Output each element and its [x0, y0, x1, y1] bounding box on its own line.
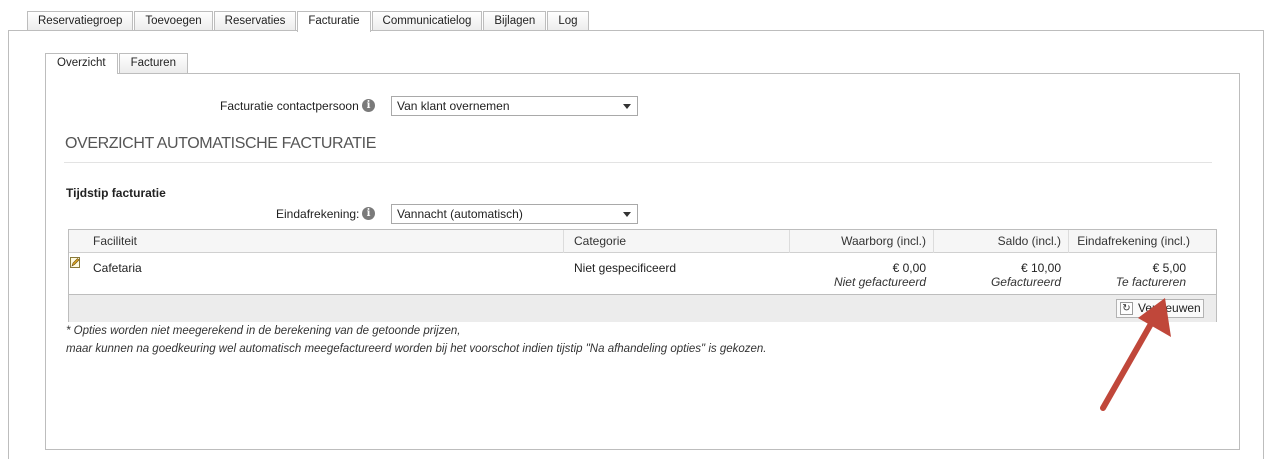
- info-icon[interactable]: i: [362, 207, 375, 220]
- refresh-button[interactable]: ↻ Vernieuwen: [1116, 299, 1204, 318]
- contact-select[interactable]: Van klant overnemen: [391, 96, 638, 116]
- table-header: Faciliteit Categorie Waarborg (incl.) Sa…: [69, 230, 1216, 253]
- cell-eindafrekening-status: Te factureren: [1115, 275, 1186, 289]
- sub-tab-bar: Overzicht Facturen: [45, 53, 189, 74]
- column-divider: [563, 230, 564, 253]
- billing-table: Faciliteit Categorie Waarborg (incl.) Sa…: [68, 229, 1217, 322]
- cell-waarborg-status: Niet gefactureerd: [833, 275, 926, 289]
- column-header-categorie[interactable]: Categorie: [574, 234, 626, 248]
- section-title: OVERZICHT AUTOMATISCHE FACTURATIE: [65, 135, 376, 152]
- pencil-icon[interactable]: [70, 257, 80, 268]
- column-header-saldo[interactable]: Saldo (incl.): [998, 234, 1061, 248]
- refresh-button-label: Vernieuwen: [1138, 301, 1201, 315]
- column-divider: [789, 230, 790, 253]
- tab-bijlagen[interactable]: Bijlagen: [483, 11, 547, 31]
- cell-saldo-status: Gefactureerd: [990, 275, 1061, 289]
- cell-eindafrekening: € 5,00: [1152, 261, 1186, 275]
- tab-communicatielog[interactable]: Communicatielog: [371, 11, 483, 31]
- cell-categorie: Niet gespecificeerd: [574, 261, 677, 275]
- info-icon[interactable]: i: [362, 99, 375, 112]
- tab-reservatiegroep[interactable]: Reservatiegroep: [27, 11, 134, 31]
- footnote-line-2: maar kunnen na goedkeuring wel automatis…: [66, 343, 767, 355]
- chevron-down-icon: [623, 104, 631, 109]
- chevron-down-icon: [623, 212, 631, 217]
- eindafrekening-select-value: Vannacht (automatisch): [397, 207, 523, 221]
- cell-faciliteit: Cafetaria: [93, 261, 142, 275]
- tab-facturen[interactable]: Facturen: [118, 53, 188, 73]
- cell-saldo: € 10,00: [1020, 261, 1061, 275]
- eindafrekening-label: Eindafrekening:: [276, 207, 360, 221]
- table-footer: ↻ Vernieuwen: [69, 294, 1216, 322]
- footnote-line-1: * Opties worden niet meegerekend in de b…: [66, 325, 461, 337]
- section-divider: [64, 162, 1212, 163]
- column-header-waarborg[interactable]: Waarborg (incl.): [841, 234, 926, 248]
- cell-waarborg: € 0,00: [892, 261, 926, 275]
- column-divider: [933, 230, 934, 253]
- refresh-icon: ↻: [1120, 302, 1133, 315]
- tab-facturatie[interactable]: Facturatie: [297, 11, 371, 32]
- column-divider: [1068, 230, 1069, 253]
- eindafrekening-select[interactable]: Vannacht (automatisch): [391, 204, 638, 224]
- tab-reservaties[interactable]: Reservaties: [213, 11, 297, 31]
- column-header-eindafrekening[interactable]: Eindafrekening (incl.): [1077, 234, 1190, 248]
- top-tab-bar: Reservatiegroep Toevoegen Reservaties Fa…: [27, 11, 590, 32]
- tab-toevoegen[interactable]: Toevoegen: [134, 11, 213, 31]
- timing-heading: Tijdstip facturatie: [66, 186, 166, 200]
- contact-label: Facturatie contactpersoon: [220, 99, 359, 113]
- column-header-faciliteit[interactable]: Faciliteit: [93, 234, 137, 248]
- tab-overzicht[interactable]: Overzicht: [45, 53, 118, 74]
- tab-log[interactable]: Log: [547, 11, 589, 31]
- contact-select-value: Van klant overnemen: [397, 99, 510, 113]
